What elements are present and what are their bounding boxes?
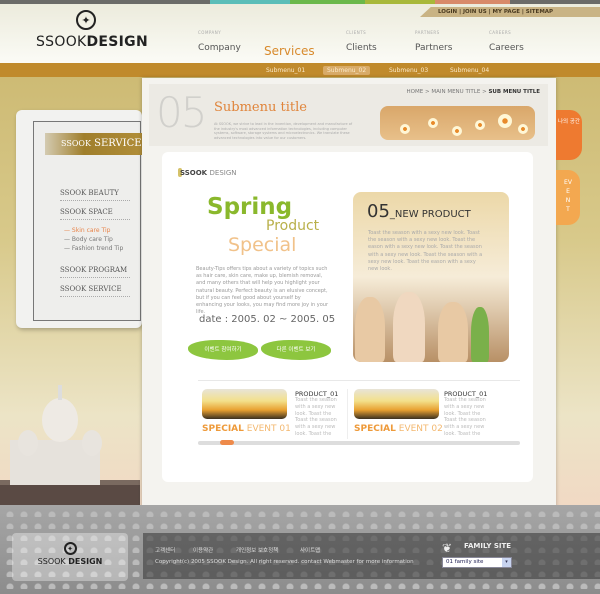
new-product-title: 05_NEW PRODUCT [367, 201, 471, 222]
flowers-banner [380, 106, 535, 140]
leaf-icon: ❦ [442, 541, 453, 555]
butterfly-icon: ✦ [63, 542, 77, 555]
page-number: 05 [156, 88, 207, 137]
nav-caption: COMPANY [198, 30, 222, 35]
event-02-image[interactable] [354, 389, 439, 419]
church-image [0, 385, 140, 510]
nav-careers[interactable]: CAREERS Careers [489, 30, 524, 54]
nav-label: Careers [489, 43, 524, 53]
promo-special: Special [228, 234, 297, 256]
nav-label: Company [198, 43, 241, 53]
sidebar-item-space[interactable]: SSOOK SPACE [60, 208, 130, 220]
divider [347, 389, 348, 439]
nav-label: Partners [415, 43, 453, 53]
promo-date: date : 2005. 02 ~ 2005. 05 [199, 314, 336, 325]
submenu-04[interactable]: Submenu_04 [446, 66, 493, 75]
nav-caption: PARTNERS [415, 30, 440, 35]
promo-spring: Spring [207, 194, 293, 220]
my-space-tab[interactable]: 나의 공간 [556, 110, 582, 160]
page-title: Submenu title [214, 100, 307, 115]
sidebar-sub-body[interactable]: — Body care Tip [64, 236, 113, 243]
event-02-title[interactable]: SPECIAL EVENT 02 [354, 424, 443, 434]
new-product-desc: Toast the season with a sexy new look. T… [368, 230, 483, 273]
event-01-desc: Toast the season with a sexy new look. T… [295, 397, 337, 437]
scroll-thumb[interactable] [220, 440, 234, 445]
nav-partners[interactable]: PARTNERS Partners [415, 30, 452, 54]
footer-link-privacy[interactable]: 개인정보 보호정책 [236, 546, 278, 554]
footer-logo[interactable]: ✦ SSOOK DESIGN [12, 533, 128, 581]
section-title: SSOOK DESIGN [180, 169, 237, 177]
family-site-title: FAMILY SITE [464, 542, 512, 550]
nav-label: Clients [346, 43, 377, 53]
footer-bar [143, 533, 600, 579]
promo-body: Beauty-Tips offers tips about a variety … [196, 266, 329, 316]
footer-link-support[interactable]: 고객센터 [155, 546, 175, 554]
nav-label: Services [264, 44, 315, 58]
butterfly-icon: ✦ [76, 10, 96, 30]
event-01-title[interactable]: SPECIAL EVENT 01 [202, 424, 291, 434]
logo-prefix: SSOOK [36, 34, 87, 50]
copyright: Copyright(c) 2005 SSOOK Design. All righ… [155, 559, 414, 565]
sidebar-item-beauty[interactable]: SSOOK BEAUTY [60, 189, 130, 201]
nav-company[interactable]: COMPANY Company [198, 30, 241, 54]
submenu-03[interactable]: Submenu_03 [385, 66, 432, 75]
utility-links[interactable]: LOGIN | JOIN US | MY PAGE | SITEMAP [420, 7, 600, 17]
footer-link-terms[interactable]: 이용약관 [193, 546, 213, 554]
sidebar-title: SSOOK SERVICE [45, 133, 142, 155]
footer-link-sitemap[interactable]: 사이트맵 [300, 546, 320, 554]
logo-suffix: DESIGN [86, 34, 148, 50]
divider [198, 380, 520, 381]
event-02-desc: Toast the season with a sexy new look. T… [444, 397, 486, 437]
nav-clients[interactable]: CLIENTS Clients [346, 30, 377, 54]
event-tab[interactable]: EVENT [556, 170, 580, 225]
event-scrollbar[interactable] [198, 441, 520, 445]
sidebar-sub-skin[interactable]: — Skin care Tip [64, 227, 110, 234]
chevron-down-icon[interactable]: ▾ [502, 558, 511, 567]
nav-caption: CLIENTS [346, 30, 367, 35]
submenu-01[interactable]: Submenu_01 [262, 66, 309, 75]
page-description: At SSOOK, we strive to lead in the inven… [214, 122, 353, 140]
sidebar-item-service[interactable]: SSOOK SERVICE [60, 285, 130, 297]
nav-services[interactable]: Services [264, 40, 315, 59]
breadcrumb: HOME > MAIN MENU TITLE > SUB MENU TITLE [406, 89, 540, 95]
family-site-select[interactable]: 01 family site ▾ [442, 557, 512, 568]
event-01-image[interactable] [202, 389, 287, 419]
submenu-02[interactable]: Submenu_02 [323, 66, 371, 75]
logo[interactable]: ✦ SSOOKDESIGN [36, 10, 148, 50]
promo-product: Product [266, 218, 320, 234]
nav-caption: CAREERS [489, 30, 512, 35]
sidebar-item-program[interactable]: SSOOK PROGRAM [60, 266, 130, 278]
sidebar-sub-fashion[interactable]: — Fashion trend Tip [64, 245, 123, 252]
